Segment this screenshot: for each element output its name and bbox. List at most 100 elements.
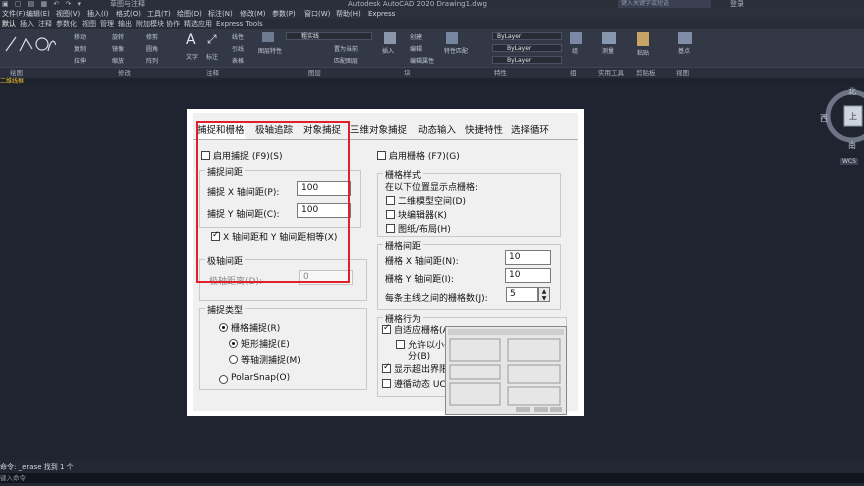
panel-block[interactable]: 块 [404,68,411,78]
panel-layers[interactable]: 图层 [308,68,321,78]
menu-edit[interactable]: 编辑(E) [26,9,50,19]
match-properties-button[interactable]: 特性匹配 [444,46,468,55]
tab-view[interactable]: 视图 [82,19,96,29]
tab-featured-apps[interactable]: 精选应用 [184,19,212,29]
menu-modify[interactable]: 修改(M) [240,9,266,19]
menu-format[interactable]: 格式(O) [116,9,141,19]
tab-annotate[interactable]: 注释 [38,19,52,29]
edit-block-button[interactable]: 编辑 [410,44,422,53]
panel-utilities[interactable]: 实用工具 [598,68,624,78]
major-line-spinner[interactable]: ▲ ▼ [538,287,550,302]
base-point-button[interactable]: 基点 [678,46,690,55]
measure-button[interactable]: 测量 [602,46,614,55]
trim-button[interactable]: 修剪 [146,32,158,41]
menu-file[interactable]: 文件(F) [2,9,26,19]
tab-dynamic-input[interactable]: 动态输入 [418,123,456,139]
tab-output[interactable]: 输出 [118,19,132,29]
match-layer-button[interactable]: 匹配图层 [334,56,358,65]
menu-draw[interactable]: 绘图(D) [177,9,202,19]
tab-addins[interactable]: 附加模块 [136,19,164,29]
rotate-button[interactable]: 旋转 [112,32,124,41]
insert-block-button[interactable]: 插入 [382,46,394,55]
panel-clipboard[interactable]: 剪贴板 [636,68,656,78]
major-line-input[interactable]: 5 [506,287,538,302]
mirror-button[interactable]: 镜像 [112,44,124,53]
polar-snap-radio[interactable] [219,375,228,384]
text-button[interactable]: 文字 [186,52,198,61]
tab-quick-properties[interactable]: 快捷特性 [465,123,503,139]
menu-express[interactable]: Express [368,9,395,19]
layer-dropdown[interactable]: 粗实线 [286,32,372,40]
paste-button[interactable]: 粘贴 [637,48,649,57]
grid-y-input[interactable]: 10 [505,268,551,283]
copy-button[interactable]: 复制 [74,44,86,53]
grid-x-label: 栅格 X 轴间距(N): [385,257,459,267]
color-dropdown[interactable]: ByLayer [492,32,562,40]
panel-draw[interactable]: 绘图 [10,68,23,78]
stretch-button[interactable]: 拉伸 [74,56,86,65]
move-button[interactable]: 移动 [74,32,86,41]
menu-insert[interactable]: 插入(I) [87,9,109,19]
tab-insert[interactable]: 插入 [20,19,34,29]
lineweight-dropdown[interactable]: ByLayer [492,44,562,52]
wcs-menu[interactable]: WCS [840,158,858,165]
command-input[interactable]: 键入命令 [0,473,864,483]
workspace-selector[interactable]: 草图与注释 [110,0,145,9]
grid-on-checkbox[interactable] [377,151,386,160]
panel-groups[interactable]: 组 [570,68,577,78]
linetype-dropdown[interactable]: ByLayer [492,56,562,64]
group-button[interactable]: 组 [572,46,578,55]
tab-selection-cycling[interactable]: 选择循环 [511,123,549,139]
insert-block-icon [384,32,396,44]
grid-block-checkbox[interactable] [386,210,395,219]
beyond-limits-checkbox[interactable] [382,362,391,373]
layer-properties-button[interactable]: 图层特性 [258,46,282,55]
edit-attributes-button[interactable]: 编辑属性 [410,56,434,65]
search-input[interactable]: 键入关键字或短语 [618,0,711,8]
tab-manage[interactable]: 管理 [100,19,114,29]
compass-west[interactable]: 西 [820,113,828,124]
group-icon [570,32,582,44]
grid-sheet-checkbox[interactable] [386,224,395,233]
viewcube[interactable]: 北 西 上 南 WCS [818,86,864,166]
grid-spacing-title: 栅格间距 [383,239,424,252]
panel-view[interactable]: 视图 [676,68,689,78]
fillet-button[interactable]: 圆角 [146,44,158,53]
array-button[interactable]: 阵列 [146,56,158,65]
tab-parametric[interactable]: 参数化 [56,19,77,29]
compass-south[interactable]: 南 [848,140,856,151]
dimension-button[interactable]: 标注 [206,52,218,61]
draw-tools-icons[interactable] [4,33,56,63]
create-block-button[interactable]: 创建 [410,32,422,41]
panel-annotation[interactable]: 注释 [206,68,219,78]
rect-snap-radio[interactable] [229,339,238,348]
allow-subdivision-checkbox[interactable] [396,340,405,349]
login-button[interactable]: 登录 [730,0,744,9]
tab-express-tools[interactable]: Express Tools [216,19,263,29]
compass-north[interactable]: 北 [848,86,856,97]
grid-snap-radio[interactable] [219,323,228,332]
grid-2d-checkbox[interactable] [386,196,395,205]
grid-x-input[interactable]: 10 [505,250,551,265]
panel-modify[interactable]: 修改 [118,68,131,78]
iso-snap-radio[interactable] [229,355,238,364]
viewport-label[interactable]: 二维线框 [0,78,864,86]
menu-window[interactable]: 窗口(W) [304,9,330,19]
menu-dimension[interactable]: 标注(N) [208,9,233,19]
menu-help[interactable]: 帮助(H) [336,9,361,19]
follow-ucs-checkbox[interactable] [382,379,391,388]
panel-properties[interactable]: 特性 [494,68,507,78]
menu-parametric[interactable]: 参数(P) [272,9,296,19]
leader-button[interactable]: 引线 [232,44,244,53]
table-button[interactable]: 表格 [232,56,244,65]
scale-button[interactable]: 缩放 [112,56,124,65]
menu-tools[interactable]: 工具(T) [147,9,171,19]
menu-view[interactable]: 视图(V) [56,9,80,19]
quick-access-toolbar[interactable]: ▣ ▢ ▤ ▦ ↶ ↷ ▾ [2,0,83,9]
viewcube-top-face[interactable]: 上 [849,111,857,122]
set-current-button[interactable]: 置为当前 [334,44,358,53]
tab-3d-object-snap[interactable]: 三维对象捕捉 [350,123,407,139]
linear-button[interactable]: 线性 [232,32,244,41]
tab-collaborate[interactable]: 协作 [166,19,180,29]
adaptive-grid-checkbox[interactable] [382,323,391,334]
